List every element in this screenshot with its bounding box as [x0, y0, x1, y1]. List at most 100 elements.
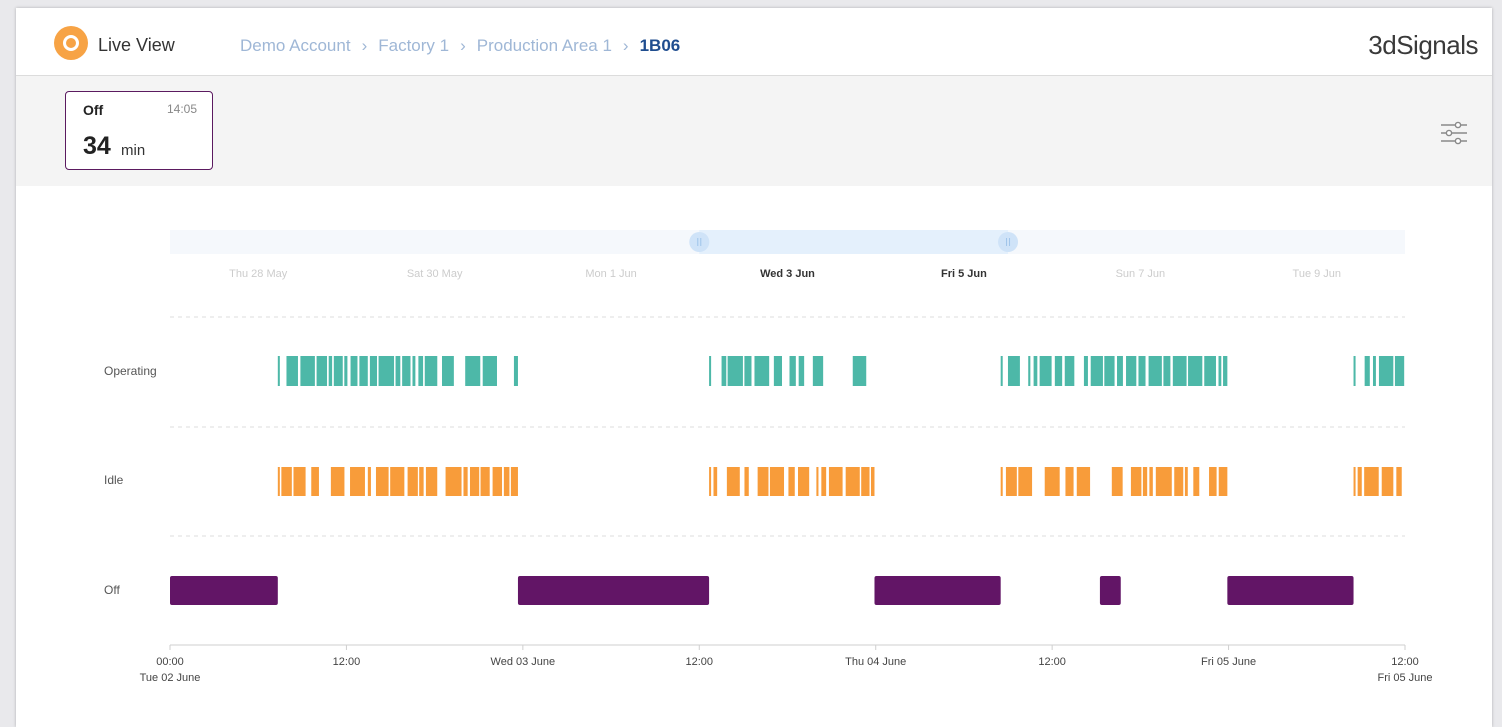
idle-bar	[293, 467, 306, 496]
operating-bar	[328, 356, 333, 386]
operating-bar	[1126, 356, 1137, 386]
operating-bar	[1364, 356, 1370, 386]
off-bar	[874, 576, 1001, 605]
idle-bar	[1018, 467, 1033, 496]
operating-bar	[442, 356, 454, 386]
x-tick-label: 12:00	[333, 656, 361, 668]
operating-bar	[1054, 356, 1063, 386]
idle-bar	[277, 467, 280, 496]
overview-date-label: Thu 28 May	[229, 268, 288, 280]
idle-bar	[1005, 467, 1017, 496]
timeline-chart: Thu 28 May Sat 30 May Mon 1 Jun Wed 3 Jun Fr…	[104, 230, 1433, 684]
operating-bar	[1163, 356, 1171, 386]
idle-bar	[419, 467, 424, 496]
row-label-off: Off	[104, 583, 120, 597]
operating-bar	[465, 356, 481, 386]
operating-bar	[1172, 356, 1187, 386]
operating-bar	[1033, 356, 1038, 386]
idle-bar	[861, 467, 870, 496]
breadcrumb-current-machine: 1B06	[639, 36, 681, 55]
row-label-operating: Operating	[104, 364, 157, 378]
idle-bar	[1044, 467, 1060, 496]
row-labels: Operating Idle Off	[104, 364, 157, 597]
idle-bar	[330, 467, 345, 496]
operating-bar	[350, 356, 358, 386]
operating-bar	[1394, 356, 1405, 386]
operating-bar	[1028, 356, 1031, 386]
overview-window[interactable]	[699, 230, 1009, 254]
idle-bar	[788, 467, 795, 496]
overview-handle-right[interactable]	[998, 232, 1019, 252]
row-label-idle: Idle	[104, 473, 124, 487]
operating-bar	[1218, 356, 1222, 386]
operating-bar	[412, 356, 416, 386]
operating-bar	[727, 356, 743, 386]
off-bar	[170, 576, 278, 605]
idle-bar	[1149, 467, 1153, 496]
sliders-icon[interactable]	[1438, 118, 1470, 148]
overview-navigator[interactable]: Thu 28 May Sat 30 May Mon 1 Jun Wed 3 Jun Fr…	[170, 230, 1405, 280]
idle-bar	[1396, 467, 1402, 496]
breadcrumb-factory[interactable]: Factory 1	[378, 36, 449, 56]
idle-bar	[769, 467, 785, 496]
idle-bar	[350, 467, 365, 496]
idle-bar	[1174, 467, 1184, 496]
breadcrumb: Demo Account › Factory 1 › Production Area 1…	[240, 36, 680, 56]
operating-bar	[1372, 356, 1376, 386]
operating-bar	[344, 356, 348, 386]
status-bar	[16, 76, 1492, 186]
idle-bar	[757, 467, 769, 496]
operating-bar	[333, 356, 343, 386]
operating-bar	[300, 356, 315, 386]
status-duration-value: 34	[83, 132, 111, 160]
idle-bar	[1065, 467, 1074, 496]
breadcrumb-demo-account[interactable]: Demo Account	[240, 36, 351, 56]
idle-bar	[1000, 467, 1003, 496]
chart-bars	[170, 356, 1405, 605]
idle-bar	[1155, 467, 1172, 496]
operating-bar	[812, 356, 824, 386]
idle-bar	[1184, 467, 1188, 496]
app-window: Live View Demo Account › Factory 1 › Product…	[16, 8, 1492, 727]
status-duration-unit: min	[121, 142, 146, 159]
idle-bar	[480, 467, 490, 496]
idle-bar	[726, 467, 740, 496]
overview-handle-left[interactable]	[689, 232, 710, 252]
idle-bar	[375, 467, 389, 496]
operating-bar	[1117, 356, 1123, 386]
off-bar	[517, 576, 710, 605]
operating-bar	[424, 356, 438, 386]
operating-bar	[378, 356, 395, 386]
operating-bar	[1007, 356, 1020, 386]
operating-bar	[721, 356, 727, 386]
operating-bar	[277, 356, 280, 386]
live-indicator-icon[interactable]	[54, 26, 88, 60]
status-card[interactable]: Off 14:05 34 min	[65, 91, 213, 170]
idle-bar	[1381, 467, 1394, 496]
off-bar	[1227, 576, 1354, 605]
operating-bar	[482, 356, 497, 386]
x-tick-label: Fri 05 June	[1201, 656, 1256, 668]
overview-date-label: Sat 30 May	[407, 268, 463, 280]
chevron-right-icon: ›	[622, 36, 629, 55]
operating-bar	[1353, 356, 1356, 386]
idle-bar	[311, 467, 319, 496]
idle-bar	[1209, 467, 1217, 496]
idle-bar	[845, 467, 860, 496]
overview-date-label: Tue 9 Jun	[1293, 268, 1342, 280]
idle-bar	[870, 467, 875, 496]
x-tick-label: Wed 03 June	[491, 656, 556, 668]
operating-bar	[744, 356, 752, 386]
idle-bar	[469, 467, 480, 496]
live-view-label[interactable]: Live View	[98, 35, 175, 56]
idle-bar	[744, 467, 749, 496]
breadcrumb-production-area[interactable]: Production Area 1	[477, 36, 612, 56]
overview-date-label: Wed 3 Jun	[760, 268, 815, 280]
idle-bar	[503, 467, 510, 496]
operating-bar	[1064, 356, 1075, 386]
chevron-right-icon: ›	[460, 36, 466, 55]
operating-bar	[286, 356, 298, 386]
operating-bar	[773, 356, 783, 386]
idle-bar	[281, 467, 292, 496]
x-tick-label: 12:00	[686, 656, 714, 668]
